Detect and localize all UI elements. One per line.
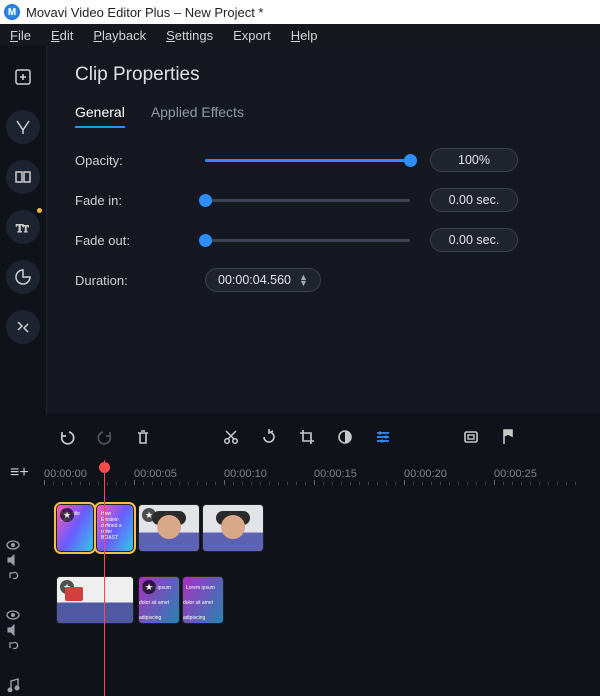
timeline[interactable]: ≡+ 00:00:00 00:00:05 00:00:10 00:00:15 0… <box>0 460 600 696</box>
label-duration: Duration: <box>75 273 205 288</box>
titles-button[interactable]: TT <box>6 210 40 244</box>
clip-properties-button[interactable] <box>369 423 397 451</box>
duration-text: 00:00:04.560 <box>218 273 291 287</box>
label-fadeout: Fade out: <box>75 233 205 248</box>
more-tools-button[interactable] <box>6 310 40 344</box>
ruler-label: 00:00:25 <box>494 468 537 480</box>
slider-fadeout[interactable] <box>205 230 410 250</box>
clip-title-2[interactable]: How Einstein defined a roller BOAST <box>96 504 134 552</box>
playhead[interactable] <box>104 460 105 696</box>
panel-tabs: General Applied Effects <box>75 104 572 128</box>
svg-text:T: T <box>23 224 29 234</box>
video-track-2[interactable]: ★ ★ Lorem ipsum dolor sit amet adipiscin… <box>42 576 600 634</box>
undo-button[interactable] <box>53 423 81 451</box>
menu-bar: File Edit Playback Settings Export Help <box>0 24 600 46</box>
clip-properties-panel: Clip Properties General Applied Effects … <box>46 46 600 414</box>
ruler-label: 00:00:15 <box>314 468 357 480</box>
timeline-ruler[interactable]: 00:00:00 00:00:05 00:00:10 00:00:15 00:0… <box>42 460 600 488</box>
window-title: Movavi Video Editor Plus – New Project * <box>26 5 263 20</box>
stickers-button[interactable] <box>6 260 40 294</box>
clip-title-3[interactable]: ★ Lorem ipsum dolor sit amet adipiscing <box>138 576 180 624</box>
ruler-label: 00:00:05 <box>134 468 177 480</box>
audio-track[interactable] <box>42 652 600 674</box>
menu-edit[interactable]: Edit <box>51 28 73 43</box>
label-fadein: Fade in: <box>75 193 205 208</box>
tracks-area: ★ intro title card How Einstein defined … <box>42 490 600 682</box>
rotate-button[interactable] <box>255 423 283 451</box>
value-opacity[interactable]: 100% <box>430 148 518 172</box>
app-logo-icon: M <box>4 4 20 20</box>
ruler-label: 00:00:00 <box>44 468 87 480</box>
favorite-icon: ★ <box>60 508 74 522</box>
clip-title-4[interactable]: Lorem ipsum dolor sit amet adipiscing <box>182 576 224 624</box>
timeline-gutter: ≡+ <box>0 460 42 696</box>
slider-fadein[interactable] <box>205 190 410 210</box>
clip-video-1[interactable]: ★ <box>138 504 200 552</box>
video-track-1[interactable]: ★ intro title card How Einstein defined … <box>42 504 600 562</box>
add-media-button[interactable] <box>6 60 40 94</box>
ruler-label: 00:00:10 <box>224 468 267 480</box>
window-titlebar: M Movavi Video Editor Plus – New Project… <box>0 0 600 24</box>
duration-spinner-icon[interactable]: ▲▼ <box>299 274 308 286</box>
value-fadeout[interactable]: 0.00 sec. <box>430 228 518 252</box>
value-fadein[interactable]: 0.00 sec. <box>430 188 518 212</box>
add-marker-button[interactable] <box>495 423 523 451</box>
row-opacity: Opacity: 100% <box>75 148 572 172</box>
crop-button[interactable] <box>293 423 321 451</box>
split-button[interactable] <box>217 423 245 451</box>
timeline-toolbar <box>0 414 600 460</box>
transitions-button[interactable] <box>6 160 40 194</box>
slider-opacity[interactable] <box>205 150 410 170</box>
menu-playback[interactable]: Playback <box>93 28 146 43</box>
add-track-button[interactable]: ≡+ <box>10 464 29 482</box>
notification-dot-icon <box>37 208 42 213</box>
record-voiceover-button[interactable] <box>457 423 485 451</box>
row-duration: Duration: 00:00:04.560 ▲▼ <box>75 268 572 292</box>
favorite-icon: ★ <box>142 580 156 594</box>
tab-applied-effects[interactable]: Applied Effects <box>151 104 244 128</box>
menu-file[interactable]: File <box>10 28 31 43</box>
tab-general[interactable]: General <box>75 104 125 128</box>
track1-controls[interactable] <box>6 540 20 580</box>
value-duration[interactable]: 00:00:04.560 ▲▼ <box>205 268 321 292</box>
delete-button[interactable] <box>129 423 157 451</box>
app-window: File Edit Playback Settings Export Help … <box>0 24 600 696</box>
left-toolbar: TT <box>0 46 46 414</box>
panel-title: Clip Properties <box>75 64 572 86</box>
clip-video-2[interactable] <box>202 504 264 552</box>
ruler-label: 00:00:20 <box>404 468 447 480</box>
row-fadeout: Fade out: 0.00 sec. <box>75 228 572 252</box>
main-area: TT Clip Properties General Applied Effec… <box>0 46 600 414</box>
menu-settings[interactable]: Settings <box>166 28 213 43</box>
clip-video-3[interactable]: ★ <box>56 576 134 624</box>
track2-controls[interactable] <box>6 610 20 650</box>
label-opacity: Opacity: <box>75 153 205 168</box>
menu-export[interactable]: Export <box>233 28 271 43</box>
filters-button[interactable] <box>6 110 40 144</box>
color-adjust-button[interactable] <box>331 423 359 451</box>
clip-label: Lorem ipsum dolor sit amet adipiscing <box>183 581 215 624</box>
redo-button[interactable] <box>91 423 119 451</box>
clip-title-1[interactable]: ★ intro title card <box>56 504 94 552</box>
clip-label: How Einstein defined a roller BOAST <box>97 505 133 547</box>
audio-track-icon[interactable] <box>6 678 22 692</box>
menu-help[interactable]: Help <box>291 28 318 43</box>
row-fadein: Fade in: 0.00 sec. <box>75 188 572 212</box>
